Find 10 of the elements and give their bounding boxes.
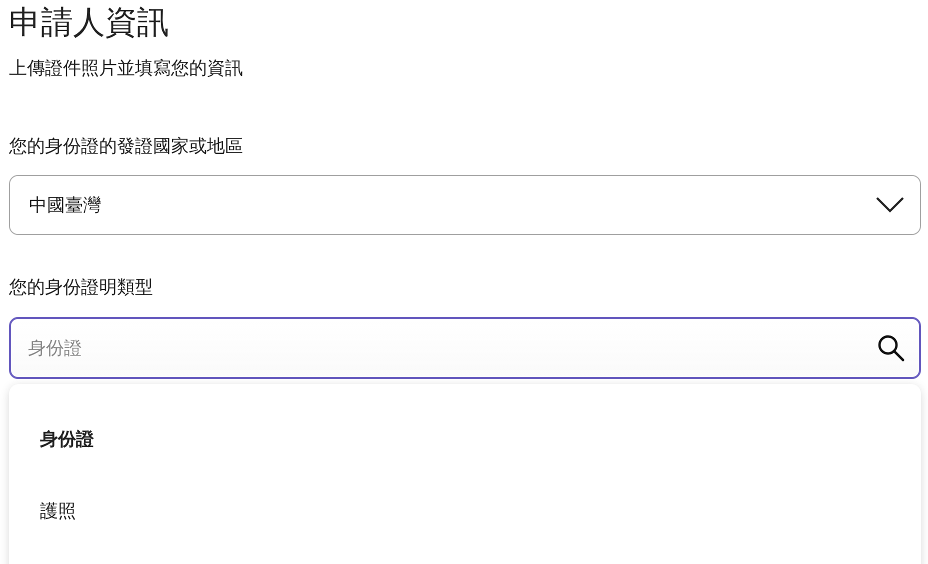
chevron-down-icon (876, 197, 904, 213)
country-select[interactable]: 中國臺灣 (9, 175, 921, 235)
id-type-search-field[interactable]: 身份證 (9, 317, 921, 379)
field-label: 您的身份證的發證國家或地區 (9, 135, 243, 159)
field-label: 您的身份證明類型 (9, 276, 153, 300)
page-title: 申請人資訊 (9, 2, 169, 42)
page-subtitle: 上傳證件照片並填寫您的資訊 (9, 57, 243, 81)
dropdown-option[interactable]: 身份證 (40, 404, 94, 476)
search-icon (877, 334, 905, 362)
dropdown-option[interactable]: 護照 (40, 476, 76, 548)
